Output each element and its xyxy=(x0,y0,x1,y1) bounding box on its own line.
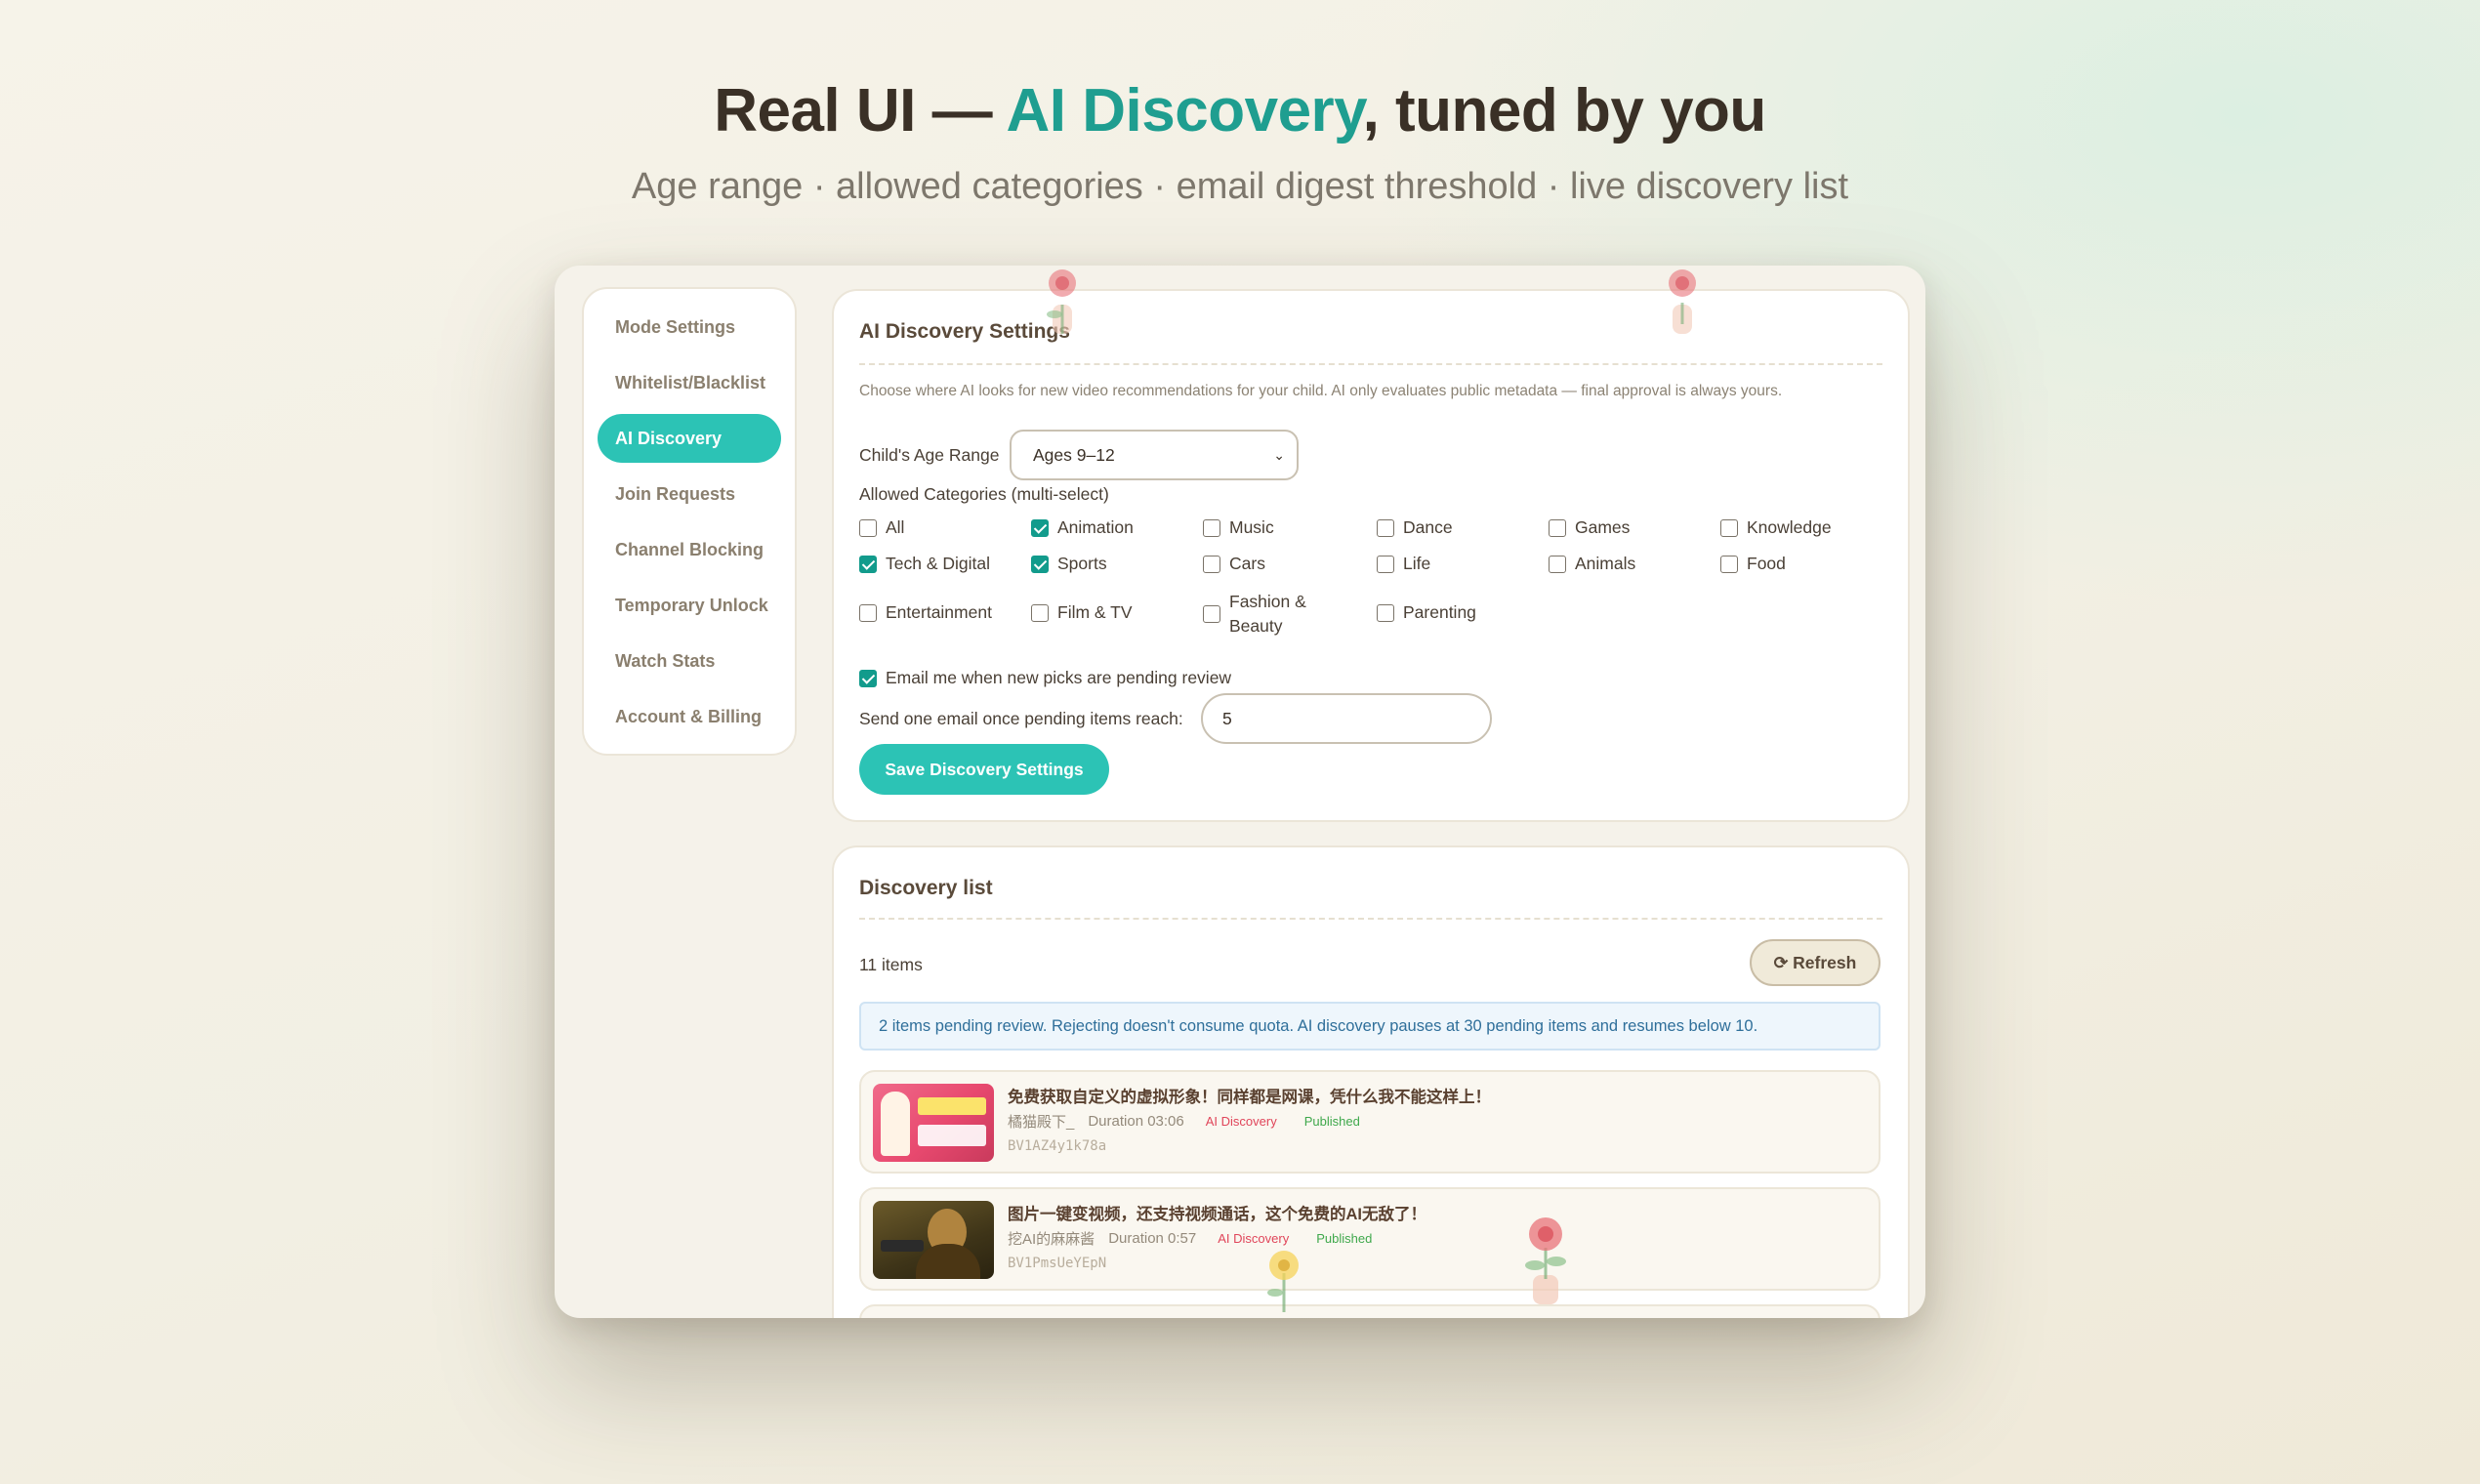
hero-title-accent: AI Discovery xyxy=(1006,77,1364,144)
category-checkbox-dance[interactable]: Dance xyxy=(1377,517,1453,538)
category-checkbox-animation[interactable]: Animation xyxy=(1031,517,1134,538)
category-checkbox-cars[interactable]: Cars xyxy=(1203,554,1265,574)
checkbox-icon[interactable] xyxy=(1549,555,1566,573)
video-thumbnail[interactable] xyxy=(873,1084,994,1162)
checkbox-icon[interactable] xyxy=(1031,603,1049,622)
checkbox-icon[interactable] xyxy=(1720,518,1738,537)
video-duration: Duration 0:57 xyxy=(1108,1230,1197,1247)
checkbox-icon[interactable] xyxy=(1203,605,1220,623)
video-author: 挖AI的麻麻酱 xyxy=(1008,1231,1095,1248)
video-meta: 挖AI的麻麻酱 Duration 0:57 AI Discovery Publi… xyxy=(1008,1228,1372,1249)
sidebar-item-temporary-unlock[interactable]: Temporary Unlock xyxy=(598,581,781,630)
categories-label: Allowed Categories (multi-select) xyxy=(859,484,1109,504)
ai-discovery-settings-card: AI Discovery Settings Choose where AI lo… xyxy=(832,289,1910,822)
checkbox-icon[interactable] xyxy=(859,518,877,537)
items-count: 11 items xyxy=(859,955,923,974)
discovery-list-title: Discovery list xyxy=(859,877,993,899)
category-checkbox-film-tv[interactable]: Film & TV xyxy=(1031,602,1133,623)
age-range-select[interactable]: Ages 9–12 ⌄ xyxy=(1010,430,1299,480)
source-badge: AI Discovery xyxy=(1218,1231,1290,1246)
hero-title: Real UI — AI Discovery, tuned by you xyxy=(714,77,1766,144)
category-checkbox-food[interactable]: Food xyxy=(1720,554,1786,574)
checkbox-checked-icon[interactable] xyxy=(859,669,877,687)
hero-subtitle: Age range · allowed categories · email d… xyxy=(631,166,1849,207)
category-checkbox-music[interactable]: Music xyxy=(1203,517,1274,538)
checkbox-checked-icon[interactable] xyxy=(1031,555,1049,573)
email-pending-toggle[interactable]: Email me when new picks are pending revi… xyxy=(859,668,1231,688)
video-thumbnail[interactable] xyxy=(873,1201,994,1279)
checkbox-icon[interactable] xyxy=(1203,518,1220,537)
sidebar-item-join-requests[interactable]: Join Requests xyxy=(598,470,781,518)
checkbox-icon[interactable] xyxy=(1549,518,1566,537)
category-checkbox-parenting[interactable]: Parenting xyxy=(1377,602,1476,623)
age-range-value: Ages 9–12 xyxy=(1033,445,1115,465)
video-duration: Duration 03:06 xyxy=(1088,1113,1184,1130)
pending-review-notice: 2 items pending review. Rejecting doesn'… xyxy=(859,1002,1881,1051)
divider xyxy=(859,918,1882,920)
checkbox-icon[interactable] xyxy=(1377,603,1394,622)
discovery-list-card: Discovery list 11 items ⟳ Refresh 2 item… xyxy=(832,845,1910,1318)
chevron-down-icon: ⌄ xyxy=(1273,447,1285,463)
checkbox-icon[interactable] xyxy=(859,603,877,622)
category-checkbox-life[interactable]: Life xyxy=(1377,554,1430,574)
checkbox-icon[interactable] xyxy=(1377,518,1394,537)
video-title: 免费获取自定义的虚拟形象！同样都是网课，凭什么我不能这样上！ xyxy=(1008,1089,1491,1106)
settings-description: Choose where AI looks for new video reco… xyxy=(859,383,1783,399)
list-item[interactable] xyxy=(859,1304,1881,1318)
sidebar-item-account-billing[interactable]: Account & Billing xyxy=(598,692,781,741)
refresh-button[interactable]: ⟳ Refresh xyxy=(1750,939,1881,986)
video-title: 图片一键变视频，还支持视频通话，这个免费的AI无敌了！ xyxy=(1008,1206,1426,1223)
video-author: 橘猫殿下_ xyxy=(1008,1114,1075,1131)
settings-title: AI Discovery Settings xyxy=(859,320,1070,343)
list-item[interactable]: 图片一键变视频，还支持视频通话，这个免费的AI无敌了！ 挖AI的麻麻酱 Dura… xyxy=(859,1187,1881,1291)
video-id: BV1AZ4y1k78a xyxy=(1008,1138,1107,1154)
save-discovery-settings-button[interactable]: Save Discovery Settings xyxy=(859,744,1109,795)
video-meta: 橘猫殿下_ Duration 03:06 AI Discovery Publis… xyxy=(1008,1111,1360,1132)
checkbox-icon[interactable] xyxy=(1377,555,1394,573)
divider xyxy=(859,363,1882,365)
sidebar-item-channel-blocking[interactable]: Channel Blocking xyxy=(598,525,781,574)
list-item[interactable]: 免费获取自定义的虚拟形象！同样都是网课，凭什么我不能这样上！ 橘猫殿下_ Dur… xyxy=(859,1070,1881,1174)
category-checkbox-fashion-beauty[interactable]: Fashion & Beauty xyxy=(1203,590,1306,639)
category-checkbox-games[interactable]: Games xyxy=(1549,517,1630,538)
sidebar-item-mode-settings[interactable]: Mode Settings xyxy=(598,303,781,351)
sidebar: Mode Settings Whitelist/Blacklist AI Dis… xyxy=(582,287,797,756)
checkbox-checked-icon[interactable] xyxy=(1031,518,1049,537)
threshold-label: Send one email once pending items reach: xyxy=(859,709,1183,728)
category-checkbox-sports[interactable]: Sports xyxy=(1031,554,1107,574)
sidebar-item-whitelist-blacklist[interactable]: Whitelist/Blacklist xyxy=(598,358,781,407)
category-checkbox-tech-digital[interactable]: Tech & Digital xyxy=(859,554,990,574)
status-badge: Published xyxy=(1316,1231,1373,1246)
age-range-label: Child's Age Range xyxy=(859,445,1000,465)
category-checkbox-animals[interactable]: Animals xyxy=(1549,554,1635,574)
app-window: Mode Settings Whitelist/Blacklist AI Dis… xyxy=(555,266,1925,1318)
source-badge: AI Discovery xyxy=(1205,1114,1277,1129)
checkbox-icon[interactable] xyxy=(1720,555,1738,573)
pending-threshold-input[interactable]: 5 xyxy=(1201,693,1492,744)
sidebar-item-ai-discovery[interactable]: AI Discovery xyxy=(598,414,781,463)
video-id: BV1PmsUeYEpN xyxy=(1008,1256,1107,1271)
category-checkbox-knowledge[interactable]: Knowledge xyxy=(1720,517,1832,538)
sidebar-item-watch-stats[interactable]: Watch Stats xyxy=(598,637,781,685)
checkbox-checked-icon[interactable] xyxy=(859,555,877,573)
category-checkbox-entertainment[interactable]: Entertainment xyxy=(859,602,992,623)
checkbox-icon[interactable] xyxy=(1203,555,1220,573)
category-checkbox-all[interactable]: All xyxy=(859,517,904,538)
status-badge: Published xyxy=(1303,1114,1360,1129)
